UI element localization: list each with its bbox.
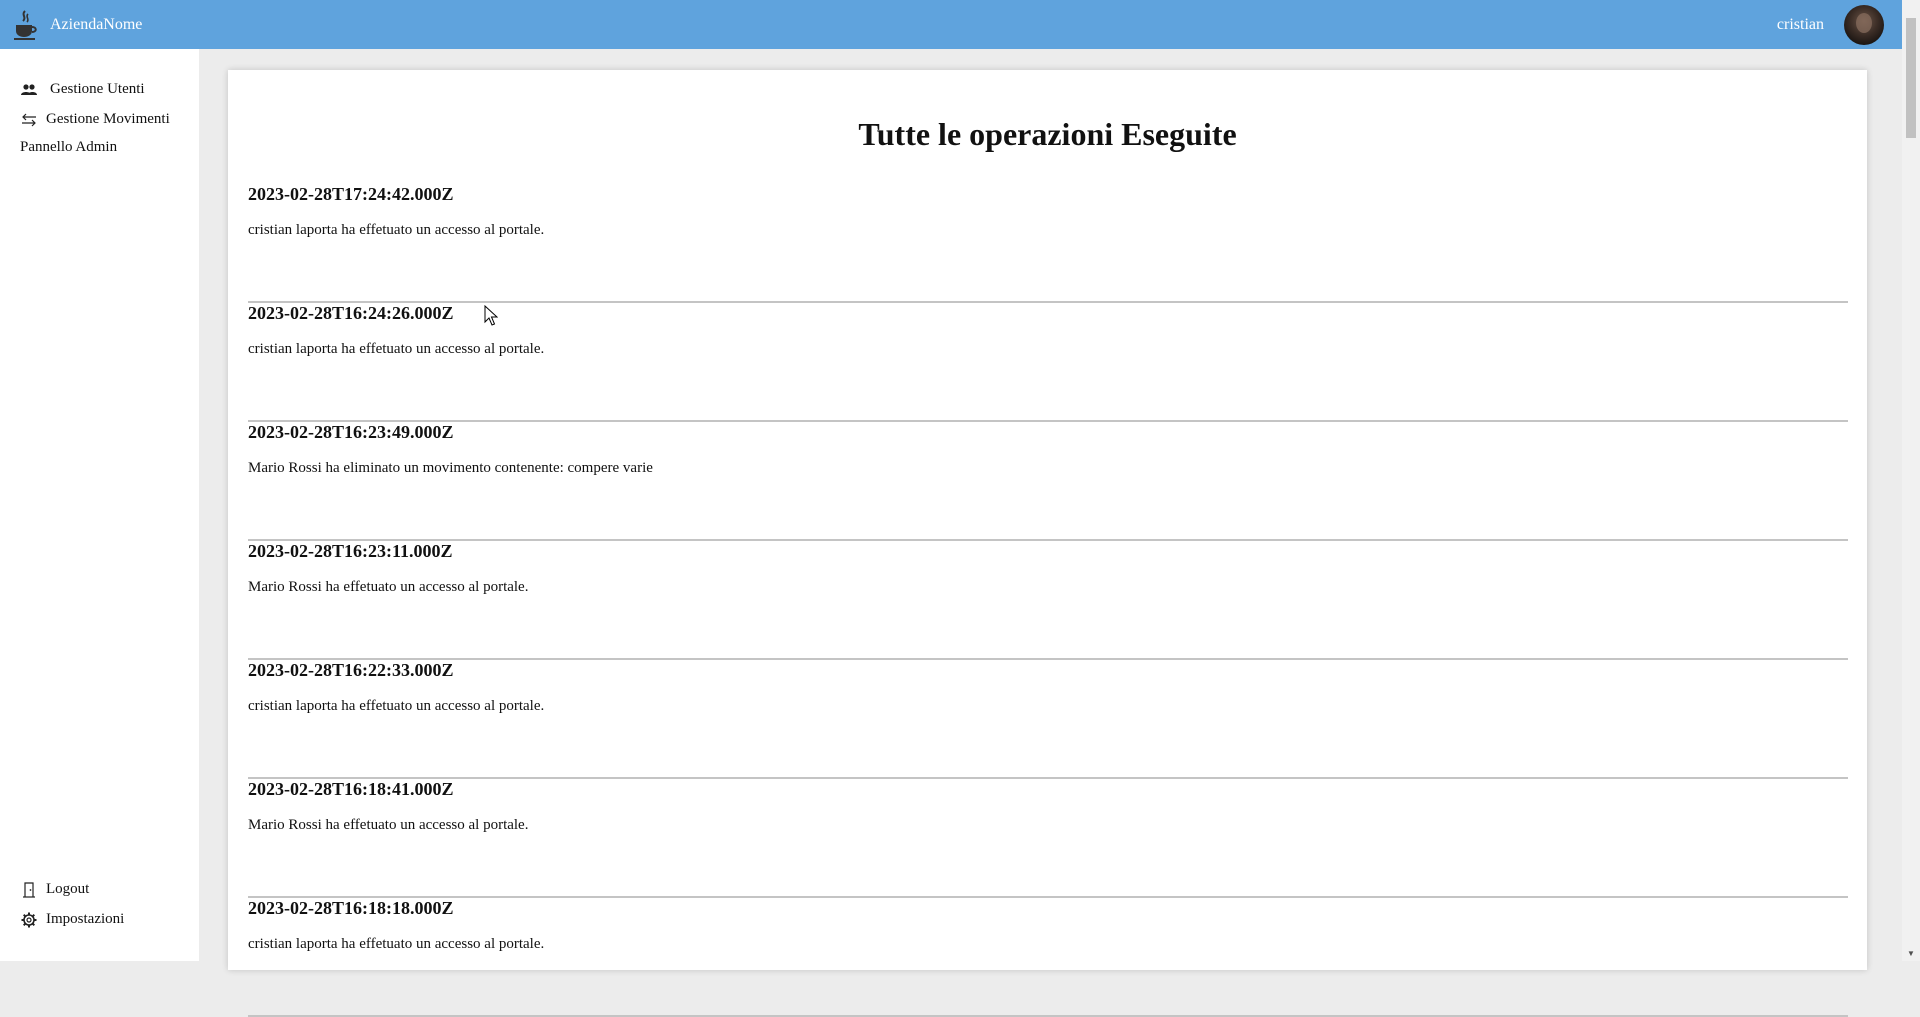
sidebar: Gestione Utenti Gestione Movimenti Panne… (0, 49, 199, 961)
sidebar-item-gestione-utenti[interactable]: Gestione Utenti (20, 81, 145, 98)
list-item: 2023-02-28T16:23:11.000Z Mario Rossi ha … (248, 541, 1848, 660)
operation-date: 2023-02-28T17:24:42.000Z (248, 184, 454, 204)
list-item: 2023-02-28T16:23:49.000Z Mario Rossi ha … (248, 422, 1848, 541)
sidebar-item-pannello-admin[interactable]: Pannello Admin (20, 139, 117, 156)
avatar[interactable] (1844, 4, 1884, 45)
mouse-cursor-icon (484, 304, 499, 332)
operation-description: cristian laporta ha effetuato un accesso… (248, 341, 545, 357)
door-icon (20, 881, 38, 898)
users-icon (20, 83, 38, 96)
operation-date: 2023-02-28T16:22:33.000Z (248, 660, 454, 680)
list-item: 2023-02-28T16:18:41.000Z Mario Rossi ha … (248, 779, 1848, 898)
list-item: 2023-02-28T17:24:42.000Z cristian laport… (248, 184, 1848, 303)
operation-date: 2023-02-28T16:23:11.000Z (248, 541, 453, 561)
sidebar-item-logout[interactable]: Logout (20, 881, 89, 898)
sidebar-item-label: Gestione Movimenti (46, 111, 170, 127)
scrollbar-thumb[interactable] (1906, 18, 1916, 138)
java-cup-icon (10, 7, 40, 43)
brand-link[interactable]: AziendaNome (10, 7, 142, 43)
list-item: 2023-02-28T16:22:33.000Z cristian laport… (248, 660, 1848, 779)
operation-description: cristian laporta ha effetuato un accesso… (248, 698, 545, 714)
scroll-down-icon[interactable]: ▼ (1902, 945, 1920, 961)
operation-description: Mario Rossi ha effetuato un accesso al p… (248, 579, 529, 595)
sidebar-item-gestione-movimenti[interactable]: Gestione Movimenti (20, 111, 170, 128)
operation-date: 2023-02-28T16:18:41.000Z (248, 779, 454, 799)
arrows-exchange-icon (20, 113, 38, 127)
top-navbar: AziendaNome cristian (0, 0, 1902, 49)
sidebar-item-label: Logout (46, 881, 90, 897)
operation-description: cristian laporta ha effetuato un accesso… (248, 222, 545, 238)
sidebar-item-impostazioni[interactable]: Impostazioni (20, 911, 124, 928)
page-title: Tutte le operazioni Eseguite (858, 116, 1237, 152)
operation-description: Mario Rossi ha eliminato un movimento co… (248, 460, 653, 476)
page-scrollbar[interactable]: ▼ (1902, 0, 1920, 961)
operation-description: cristian laporta ha effetuato un accesso… (248, 936, 545, 952)
operation-description: Mario Rossi ha effetuato un accesso al p… (248, 817, 529, 833)
sidebar-item-label: Pannello Admin (20, 139, 118, 155)
operation-date: 2023-02-28T16:18:18.000Z (248, 898, 454, 918)
sidebar-item-label: Gestione Utenti (50, 81, 145, 97)
username: cristian (1776, 15, 1824, 33)
sidebar-item-label: Impostazioni (46, 911, 125, 927)
list-item: 2023-02-28T16:18:18.000Z cristian laport… (248, 898, 1848, 1017)
operation-date: 2023-02-28T16:23:49.000Z (248, 422, 454, 442)
operations-panel: Tutte le operazioni Eseguite 2023-02-28T… (228, 70, 1867, 1017)
user-menu[interactable]: cristian (1777, 0, 1884, 49)
gear-icon (20, 912, 38, 928)
operation-date: 2023-02-28T16:24:26.000Z (248, 303, 454, 323)
brand-name: AziendaNome (50, 15, 143, 33)
